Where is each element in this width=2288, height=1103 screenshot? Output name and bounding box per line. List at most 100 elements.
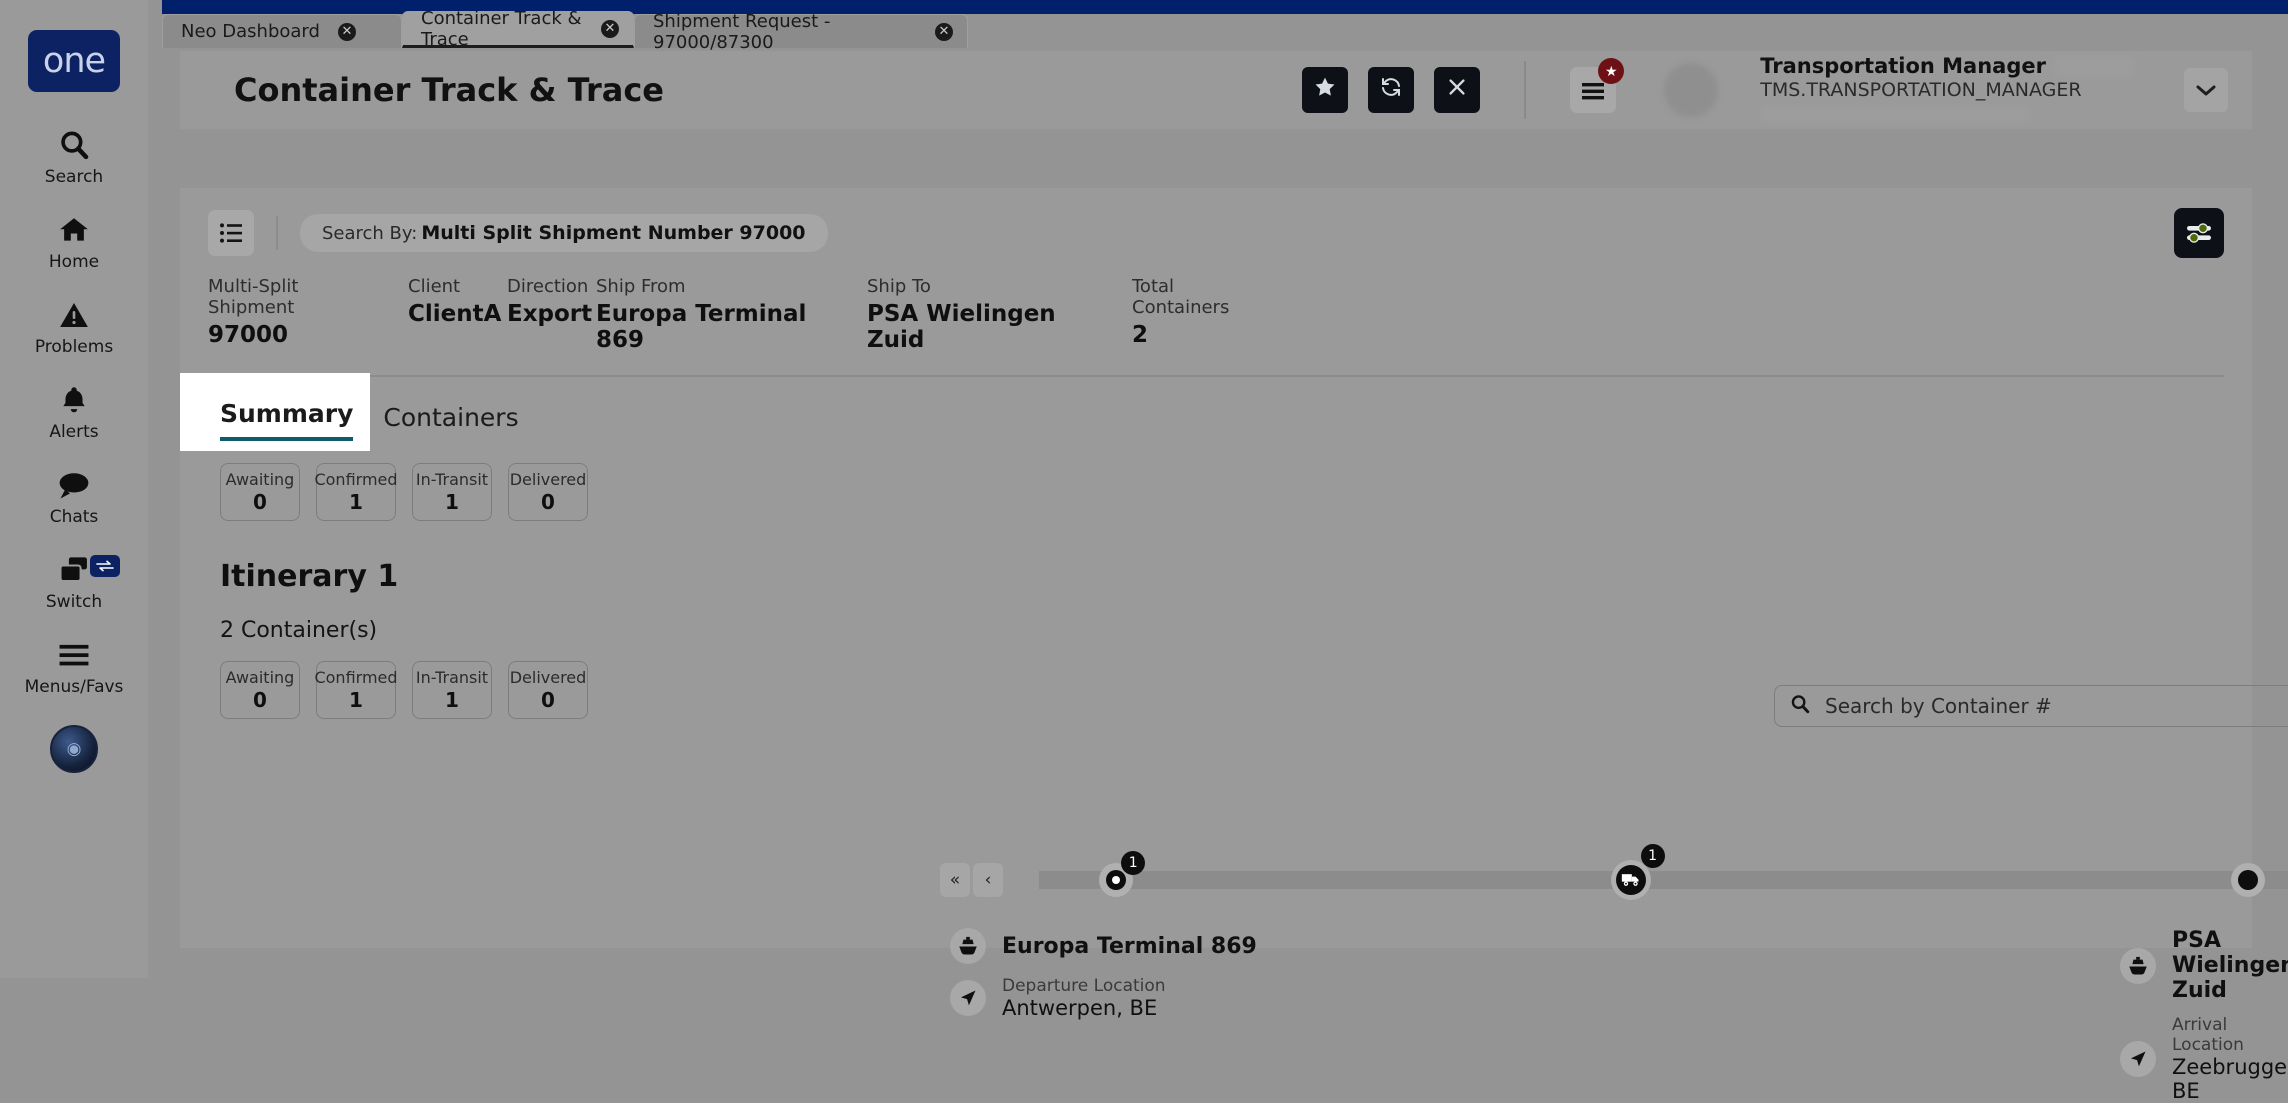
timeline-prev-button[interactable]: ‹: [973, 863, 1003, 897]
hamburger-icon: [1582, 83, 1605, 100]
double-chevron-left-icon: «: [949, 870, 961, 890]
user-menu-chevron-down-icon[interactable]: [2184, 68, 2228, 112]
left-nav-rail: one Search Home Problems Alerts Chats Sw…: [0, 0, 148, 978]
close-button[interactable]: [1434, 67, 1481, 113]
redacted-user-detail: [1760, 105, 2031, 122]
field-value: 2: [1132, 322, 1149, 348]
field-label: Direction: [507, 276, 589, 297]
field-multi-split-shipment: Multi-Split Shipment 97000: [208, 276, 408, 353]
status-label: Confirmed: [314, 470, 398, 489]
status-box-in-transit[interactable]: In-Transit 1: [412, 463, 492, 521]
tab-summary[interactable]: Summary: [220, 399, 354, 441]
timeline-node-origin[interactable]: 1: [1099, 851, 1146, 897]
page-title: Container Track & Trace: [234, 71, 664, 109]
bell-icon: [58, 381, 90, 419]
destination-location-label: Arrival Location: [2172, 1015, 2244, 1055]
list-view-button[interactable]: [208, 210, 254, 256]
status-count: 1: [445, 688, 459, 712]
header-divider: [1524, 61, 1527, 119]
timeline-node-destination[interactable]: [2230, 863, 2265, 897]
origin-location-label: Departure Location: [1002, 976, 1166, 996]
sidebar-item-menus-favs[interactable]: Menus/Favs: [0, 636, 148, 697]
overall-status-row: Awaiting 0 Confirmed 1 In-Transit 1 Deli…: [180, 441, 2252, 521]
status-box-awaiting[interactable]: Awaiting 0: [220, 463, 300, 521]
search-input[interactable]: [1825, 694, 2288, 718]
search-by-label: Search By:: [322, 223, 418, 244]
field-value: 97000: [208, 322, 289, 348]
sidebar-item-search[interactable]: Search: [0, 126, 148, 187]
browser-tab-neo-dashboard[interactable]: Neo Dashboard ✕: [162, 14, 402, 48]
timeline-node-halo: [1610, 860, 1651, 900]
list-icon: [220, 223, 242, 243]
itinerary-timeline: « ‹ 1 1: [940, 844, 2288, 900]
tab-label: Summary: [220, 399, 354, 428]
timeline-node-in-transit[interactable]: 1: [1610, 844, 1665, 900]
status-count: 0: [253, 490, 267, 514]
status-box-confirmed[interactable]: Confirmed 1: [314, 463, 398, 521]
avatar[interactable]: ◉: [50, 725, 98, 773]
search-by-chip[interactable]: Search By: Multi Split Shipment Number 9…: [300, 214, 828, 252]
menu-favorites-button[interactable]: ★: [1570, 58, 1625, 113]
close-icon[interactable]: ✕: [601, 19, 619, 38]
navigation-arrow-icon: [950, 980, 986, 1016]
redacted-user-name: [2054, 54, 2134, 77]
destination-location-value: Zeebrugge, BE: [2172, 1055, 2288, 1103]
origin-location-line: Departure Location Antwerpen, BE: [950, 976, 1257, 1020]
app-header: Container Track & Trace ★ Transportation…: [180, 51, 2252, 129]
timeline-track[interactable]: 1 1: [1039, 844, 2288, 900]
user-info: Transportation Manager TMS.TRANSPORTATIO…: [1760, 53, 2134, 128]
browser-tab-container-track-trace[interactable]: Container Track & Trace ✕: [402, 8, 634, 50]
itinerary-status-box-in-transit[interactable]: In-Transit 1: [412, 661, 492, 719]
star-icon: [1313, 75, 1337, 105]
shipment-summary-fields: Multi-Split Shipment 97000 Client Client…: [180, 258, 2252, 353]
field-total-containers: Total Containers 2: [1132, 276, 1292, 353]
itinerary-status-box-confirmed[interactable]: Confirmed 1: [314, 661, 398, 719]
sidebar-item-label: Menus/Favs: [24, 677, 124, 697]
status-label: Delivered: [509, 668, 587, 687]
chat-bubble-icon: [56, 466, 92, 504]
search-by-row: Search By: Multi Split Shipment Number 9…: [180, 188, 2252, 258]
sidebar-item-home[interactable]: Home: [0, 211, 148, 272]
sidebar-item-problems[interactable]: Problems: [0, 296, 148, 357]
sidebar-item-switch[interactable]: Switch: [0, 551, 148, 612]
ship-icon: [950, 928, 986, 964]
browser-tab-bar: Neo Dashboard ✕ Container Track & Trace …: [162, 8, 968, 53]
filter-settings-button[interactable]: [2174, 208, 2224, 258]
status-box-delivered[interactable]: Delivered 0: [508, 463, 588, 521]
close-icon[interactable]: ✕: [935, 22, 953, 41]
tab-label: Containers: [383, 403, 519, 432]
origin-terminal-name: Europa Terminal 869: [1002, 933, 1257, 959]
truck-icon: [1615, 865, 1646, 895]
user-avatar[interactable]: [1664, 63, 1719, 117]
swap-arrows-icon[interactable]: [90, 555, 120, 577]
field-label: Ship To: [867, 276, 931, 297]
refresh-icon: [1379, 75, 1403, 105]
tab-containers[interactable]: Containers: [383, 403, 518, 441]
sidebar-item-label: Search: [44, 167, 104, 187]
header-actions: ★ Transportation Manager TMS.TRANSPORTAT…: [1302, 53, 2228, 128]
browser-tab-shipment-request[interactable]: Shipment Request - 97000/87300 ✕: [634, 11, 968, 53]
itinerary-status-box-awaiting[interactable]: Awaiting 0: [220, 661, 300, 719]
favorite-button[interactable]: [1302, 67, 1349, 113]
status-count: 1: [445, 490, 459, 514]
sidebar-item-alerts[interactable]: Alerts: [0, 381, 148, 442]
refresh-button[interactable]: [1368, 67, 1415, 113]
timeline-node-halo: [2230, 863, 2265, 897]
timeline-first-button[interactable]: «: [940, 863, 970, 897]
field-ship-to: Ship To PSA Wielingen Zuid: [867, 276, 1132, 353]
sliders-filter-icon: [2187, 223, 2211, 243]
container-search-box[interactable]: ✕: [1774, 685, 2288, 727]
origin-terminal-line: Europa Terminal 869: [950, 928, 1257, 964]
field-value: PSA Wielingen Zuid: [867, 301, 1056, 353]
sidebar-item-chats[interactable]: Chats: [0, 466, 148, 527]
status-label: Delivered: [509, 470, 587, 489]
status-count: 1: [349, 688, 363, 712]
status-count: 1: [349, 490, 363, 514]
itinerary-status-box-delivered[interactable]: Delivered 0: [508, 661, 588, 719]
close-icon[interactable]: ✕: [337, 22, 356, 41]
warning-triangle-icon: [57, 296, 91, 334]
brand-logo[interactable]: one: [28, 30, 120, 92]
status-count: 0: [541, 688, 555, 712]
field-label: Multi-Split Shipment: [208, 276, 299, 318]
field-label: Client: [408, 276, 461, 297]
